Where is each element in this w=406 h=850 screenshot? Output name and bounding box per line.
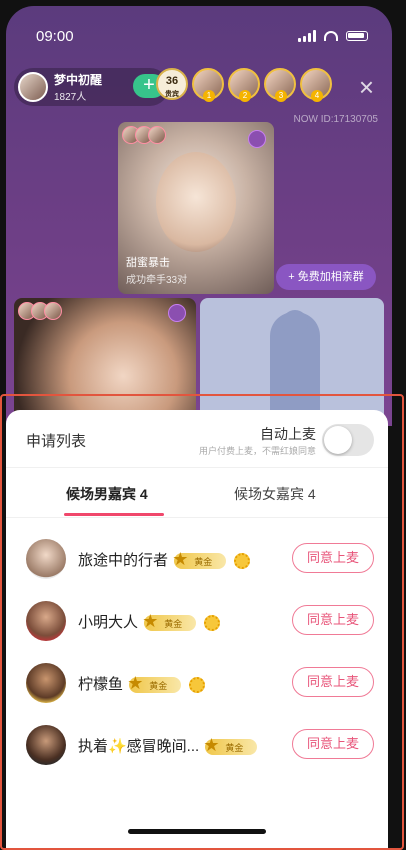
flower-icon — [234, 553, 251, 570]
list-item: 执着✨感冒晚间... 黄金 同意上麦 — [6, 714, 388, 776]
auto-join-hint: 用户付费上麦，不需红娘同意 — [198, 446, 316, 456]
sheet-title: 申请列表 — [26, 433, 87, 450]
matchmaker-photo — [156, 152, 236, 252]
applicant-name: 柠檬鱼 — [78, 676, 124, 693]
approve-button[interactable]: 同意上麦 — [292, 667, 374, 697]
guest-seat-empty[interactable] — [200, 298, 384, 426]
flower-icon — [189, 677, 206, 694]
auto-join-label: 自动上麦 — [260, 426, 316, 442]
host-avatar[interactable] — [18, 72, 48, 102]
applicant-name: 小明大人 — [78, 614, 139, 631]
gold-badge: 黄金 — [203, 735, 258, 756]
gem-icon — [248, 130, 266, 148]
mini-avatar-group — [18, 302, 62, 320]
tab-male-guests[interactable]: 候场男嘉宾 4 — [66, 484, 148, 504]
auto-join-toggle[interactable] — [322, 424, 374, 456]
avatar[interactable] — [26, 725, 66, 765]
join-group-button[interactable]: + 免费加相亲群 — [276, 264, 376, 290]
host-count: 1827人 — [54, 92, 87, 103]
guest-seat-female[interactable] — [14, 298, 196, 426]
gem-icon — [168, 304, 186, 322]
avatar[interactable] — [26, 601, 66, 641]
gold-badge: 黄金 — [172, 549, 227, 570]
apply-list-sheet: 申请列表 自动上麦 用户付费上麦，不需红娘同意 候场男嘉宾 4 候场女嘉宾 4 … — [6, 410, 388, 850]
close-icon[interactable]: × — [359, 74, 374, 100]
gold-badge: 黄金 — [142, 611, 197, 632]
approve-button[interactable]: 同意上麦 — [292, 605, 374, 635]
toggle-knob — [324, 426, 352, 454]
sheet-header: 申请列表 自动上麦 用户付费上麦，不需红娘同意 — [6, 410, 388, 468]
phone-screen: 09:00 梦中初醒 1827人 + 36 贵宾 1 2 3 4 × NOW I… — [0, 0, 406, 850]
applicant-name: 旅途中的行者 — [78, 552, 169, 569]
viewer-avatar[interactable]: 4 — [300, 68, 332, 102]
guest-tabs: 候场男嘉宾 4 候场女嘉宾 4 — [6, 470, 388, 518]
live-room: 09:00 梦中初醒 1827人 + 36 贵宾 1 2 3 4 × NOW I… — [6, 6, 392, 426]
battery-icon — [346, 31, 368, 41]
status-time: 09:00 — [36, 28, 74, 45]
avatar[interactable] — [26, 663, 66, 703]
viewer-avatar[interactable]: 1 — [192, 68, 224, 102]
gold-badge: 黄金 — [127, 673, 182, 694]
list-item: 小明大人 黄金 同意上麦 — [6, 590, 388, 652]
avatar[interactable] — [26, 539, 66, 579]
signal-icon — [298, 30, 316, 42]
list-item: 柠檬鱼 黄金 同意上麦 — [6, 652, 388, 714]
list-item: 旅途中的行者 黄金 同意上麦 — [6, 528, 388, 590]
now-id: NOW ID:17130705 — [293, 114, 379, 125]
approve-button[interactable]: 同意上麦 — [292, 543, 374, 573]
viewer-avatar[interactable]: 3 — [264, 68, 296, 102]
host-name: 梦中初醒 — [54, 73, 103, 87]
viewer-list: 36 贵宾 1 2 3 4 — [156, 68, 332, 102]
wifi-icon — [324, 31, 338, 41]
tab-female-guests[interactable]: 候场女嘉宾 4 — [234, 484, 316, 504]
host-card[interactable]: 梦中初醒 1827人 + — [14, 68, 169, 106]
matchmaker-seat[interactable]: 甜蜜暴击 成功牵手33对 — [118, 122, 274, 294]
viewer-count-badge[interactable]: 36 贵宾 — [156, 68, 188, 100]
seat-title: 甜蜜暴击 — [126, 257, 170, 269]
seat-subtitle: 成功牵手33对 — [126, 275, 188, 286]
viewer-avatar[interactable]: 2 — [228, 68, 260, 102]
approve-button[interactable]: 同意上麦 — [292, 729, 374, 759]
applicant-name: 执着✨感冒晚间... — [78, 738, 200, 755]
flower-icon — [204, 615, 221, 632]
mini-avatar-group — [122, 126, 166, 144]
home-indicator[interactable] — [128, 829, 266, 834]
status-icons — [298, 30, 368, 42]
applicant-list: 旅途中的行者 黄金 同意上麦 小明大人 黄金 同意上麦 柠檬鱼 — [6, 528, 388, 776]
empty-seat-silhouette — [270, 310, 320, 426]
tab-underline — [64, 513, 164, 516]
